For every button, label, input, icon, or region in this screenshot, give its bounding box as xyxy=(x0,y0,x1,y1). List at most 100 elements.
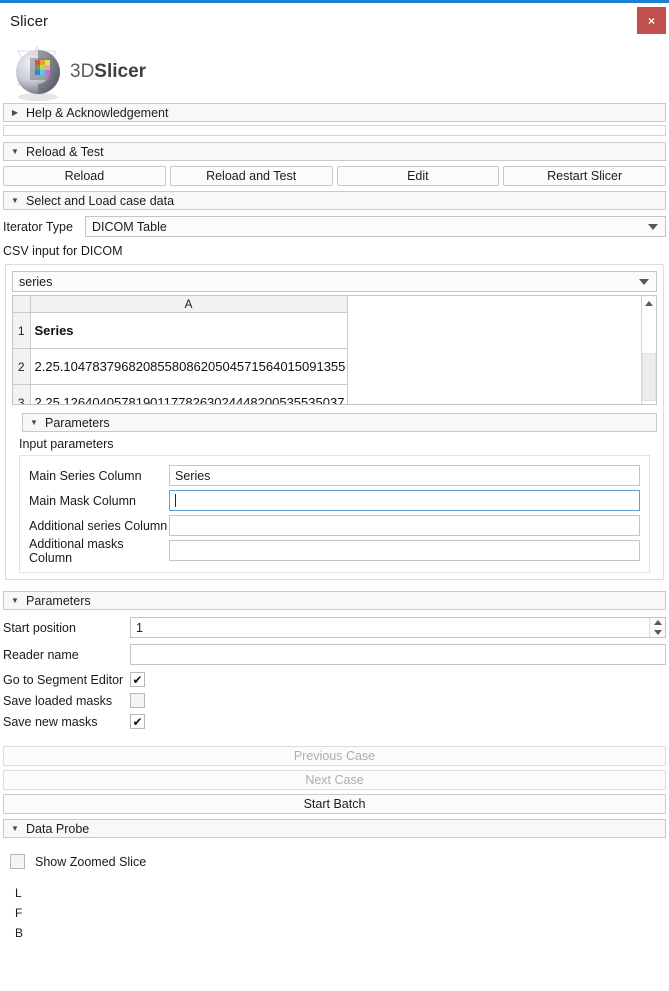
table-cell[interactable]: Series xyxy=(30,313,347,349)
main-mask-column-input[interactable] xyxy=(169,490,640,511)
slicer-logo-icon xyxy=(8,41,76,103)
table-vertical-scrollbar[interactable] xyxy=(641,296,656,404)
additional-series-column-row: Additional series Column xyxy=(29,513,640,538)
app-name: 3DSlicer xyxy=(70,61,146,83)
additional-masks-column-input[interactable] xyxy=(169,540,640,561)
section-header-parameters-outer[interactable]: ▼ Parameters xyxy=(3,591,666,610)
csv-file-combo[interactable]: series xyxy=(12,271,657,292)
triangle-up-icon xyxy=(645,301,653,306)
restart-slicer-button[interactable]: Restart Slicer xyxy=(503,166,666,186)
reader-name-row: Reader name xyxy=(0,638,669,665)
show-zoomed-slice-row: Show Zoomed Slice xyxy=(0,838,669,869)
table-row[interactable]: 1 Series xyxy=(13,313,641,349)
save-new-masks-row: Save new masks ✔ xyxy=(0,711,669,732)
input-parameters-title: Input parameters xyxy=(19,437,114,451)
main-series-column-row: Main Series Column Series xyxy=(29,463,640,488)
csv-input-groupbox: series A 1 Series 2 2.25.104783796820855… xyxy=(5,264,664,580)
save-new-masks-checkbox[interactable]: ✔ xyxy=(130,714,145,729)
go-to-segment-editor-checkbox[interactable]: ✔ xyxy=(130,672,145,687)
reload-test-button-row: Reload Reload and Test Edit Restart Slic… xyxy=(0,161,669,186)
save-loaded-masks-row: Save loaded masks xyxy=(0,690,669,711)
section-label-data-probe: Data Probe xyxy=(26,822,89,836)
iterator-type-combo[interactable]: DICOM Table xyxy=(85,216,666,237)
reader-name-label: Reader name xyxy=(3,648,130,662)
section-header-reload-test[interactable]: ▼ Reload & Test xyxy=(3,142,666,161)
save-new-masks-label: Save new masks xyxy=(3,715,130,729)
stepper-up-icon[interactable] xyxy=(654,620,662,625)
table-cell[interactable]: 2.25.12640405781901177826302444820053553… xyxy=(30,385,347,405)
go-to-segment-editor-label: Go to Segment Editor xyxy=(3,673,130,687)
previous-case-button[interactable]: Previous Case xyxy=(3,746,666,766)
section-label-parameters-inner: Parameters xyxy=(45,416,110,430)
iterator-type-value: DICOM Table xyxy=(92,220,167,234)
additional-masks-column-label: Additional masks Column xyxy=(29,537,169,565)
chevron-down-icon: ▼ xyxy=(4,824,26,833)
chevron-right-icon: ▶ xyxy=(4,108,26,117)
help-content-placeholder xyxy=(3,125,666,136)
reader-name-input[interactable] xyxy=(130,644,666,665)
reload-button[interactable]: Reload xyxy=(3,166,166,186)
save-loaded-masks-label: Save loaded masks xyxy=(3,694,130,708)
chevron-down-icon: ▼ xyxy=(23,418,45,427)
go-to-segment-editor-row: Go to Segment Editor ✔ xyxy=(0,669,669,690)
csv-preview-table[interactable]: A 1 Series 2 2.25.1047837968208558086205… xyxy=(12,295,657,405)
table-corner-cell xyxy=(13,296,30,313)
main-series-column-label: Main Series Column xyxy=(29,469,169,483)
table-cell-filler xyxy=(347,313,641,349)
section-label-reload-test: Reload & Test xyxy=(26,145,104,159)
scrollbar-thumb[interactable] xyxy=(642,353,656,401)
branding-area: 3DSlicer xyxy=(0,40,669,103)
stepper-down-icon[interactable] xyxy=(654,630,662,635)
main-mask-column-row: Main Mask Column xyxy=(29,488,640,513)
table-row-number: 1 xyxy=(13,313,30,349)
csv-input-label: CSV input for DICOM xyxy=(3,244,122,258)
table-cell-filler xyxy=(347,385,641,405)
csv-file-combo-value: series xyxy=(19,275,52,289)
table-row[interactable]: 3 2.25.126404057819011778263024448200535… xyxy=(13,385,641,405)
table-cell[interactable]: 2.25.10478379682085580862050457156401509… xyxy=(30,349,347,385)
window-title: Slicer xyxy=(0,13,48,30)
show-zoomed-slice-checkbox[interactable] xyxy=(10,854,25,869)
table-column-header-a[interactable]: A xyxy=(30,296,347,313)
reload-and-test-button[interactable]: Reload and Test xyxy=(170,166,333,186)
chevron-down-icon xyxy=(639,279,649,285)
close-button[interactable]: × xyxy=(637,7,666,34)
table-header-filler xyxy=(347,296,641,313)
additional-series-column-label: Additional series Column xyxy=(29,519,169,533)
table-row[interactable]: 2 2.25.104783796820855808620504571564015… xyxy=(13,349,641,385)
chevron-down-icon xyxy=(648,224,658,230)
section-header-select-load[interactable]: ▼ Select and Load case data xyxy=(3,191,666,210)
section-header-data-probe[interactable]: ▼ Data Probe xyxy=(3,819,666,838)
orientation-letter-b: B xyxy=(15,923,669,943)
chevron-down-icon: ▼ xyxy=(4,596,26,605)
show-zoomed-slice-label: Show Zoomed Slice xyxy=(35,855,146,869)
main-series-column-input[interactable]: Series xyxy=(169,465,640,486)
next-case-button[interactable]: Next Case xyxy=(3,770,666,790)
save-loaded-masks-checkbox[interactable] xyxy=(130,693,145,708)
orientation-letter-l: L xyxy=(15,883,669,903)
additional-series-column-input[interactable] xyxy=(169,515,640,536)
start-position-stepper[interactable] xyxy=(649,618,665,637)
chevron-down-icon: ▼ xyxy=(4,147,26,156)
start-position-spinbox[interactable]: 1 xyxy=(130,617,666,638)
section-header-help[interactable]: ▶ Help & Acknowledgement xyxy=(3,103,666,122)
case-buttons-area: Previous Case Next Case Start Batch xyxy=(0,746,669,814)
iterator-type-label: Iterator Type xyxy=(3,220,85,234)
chevron-down-icon: ▼ xyxy=(4,196,26,205)
orientation-letter-f: F xyxy=(15,903,669,923)
section-label-select-load: Select and Load case data xyxy=(26,194,174,208)
scroll-up-button[interactable] xyxy=(642,296,656,311)
input-parameters-title-row: Input parameters xyxy=(12,432,657,451)
start-position-label: Start position xyxy=(3,621,130,635)
input-parameters-box: Main Series Column Series Main Mask Colu… xyxy=(19,455,650,573)
orientation-letters: L F B xyxy=(0,869,669,943)
text-cursor xyxy=(175,494,176,507)
start-position-row: Start position 1 xyxy=(0,610,669,638)
scrollbar-track[interactable] xyxy=(642,311,656,389)
edit-button[interactable]: Edit xyxy=(337,166,500,186)
start-batch-button[interactable]: Start Batch xyxy=(3,794,666,814)
section-label-parameters-outer: Parameters xyxy=(26,594,91,608)
section-header-parameters-inner[interactable]: ▼ Parameters xyxy=(22,413,657,432)
table-row-number: 3 xyxy=(13,385,30,405)
additional-masks-column-row: Additional masks Column xyxy=(29,538,640,563)
